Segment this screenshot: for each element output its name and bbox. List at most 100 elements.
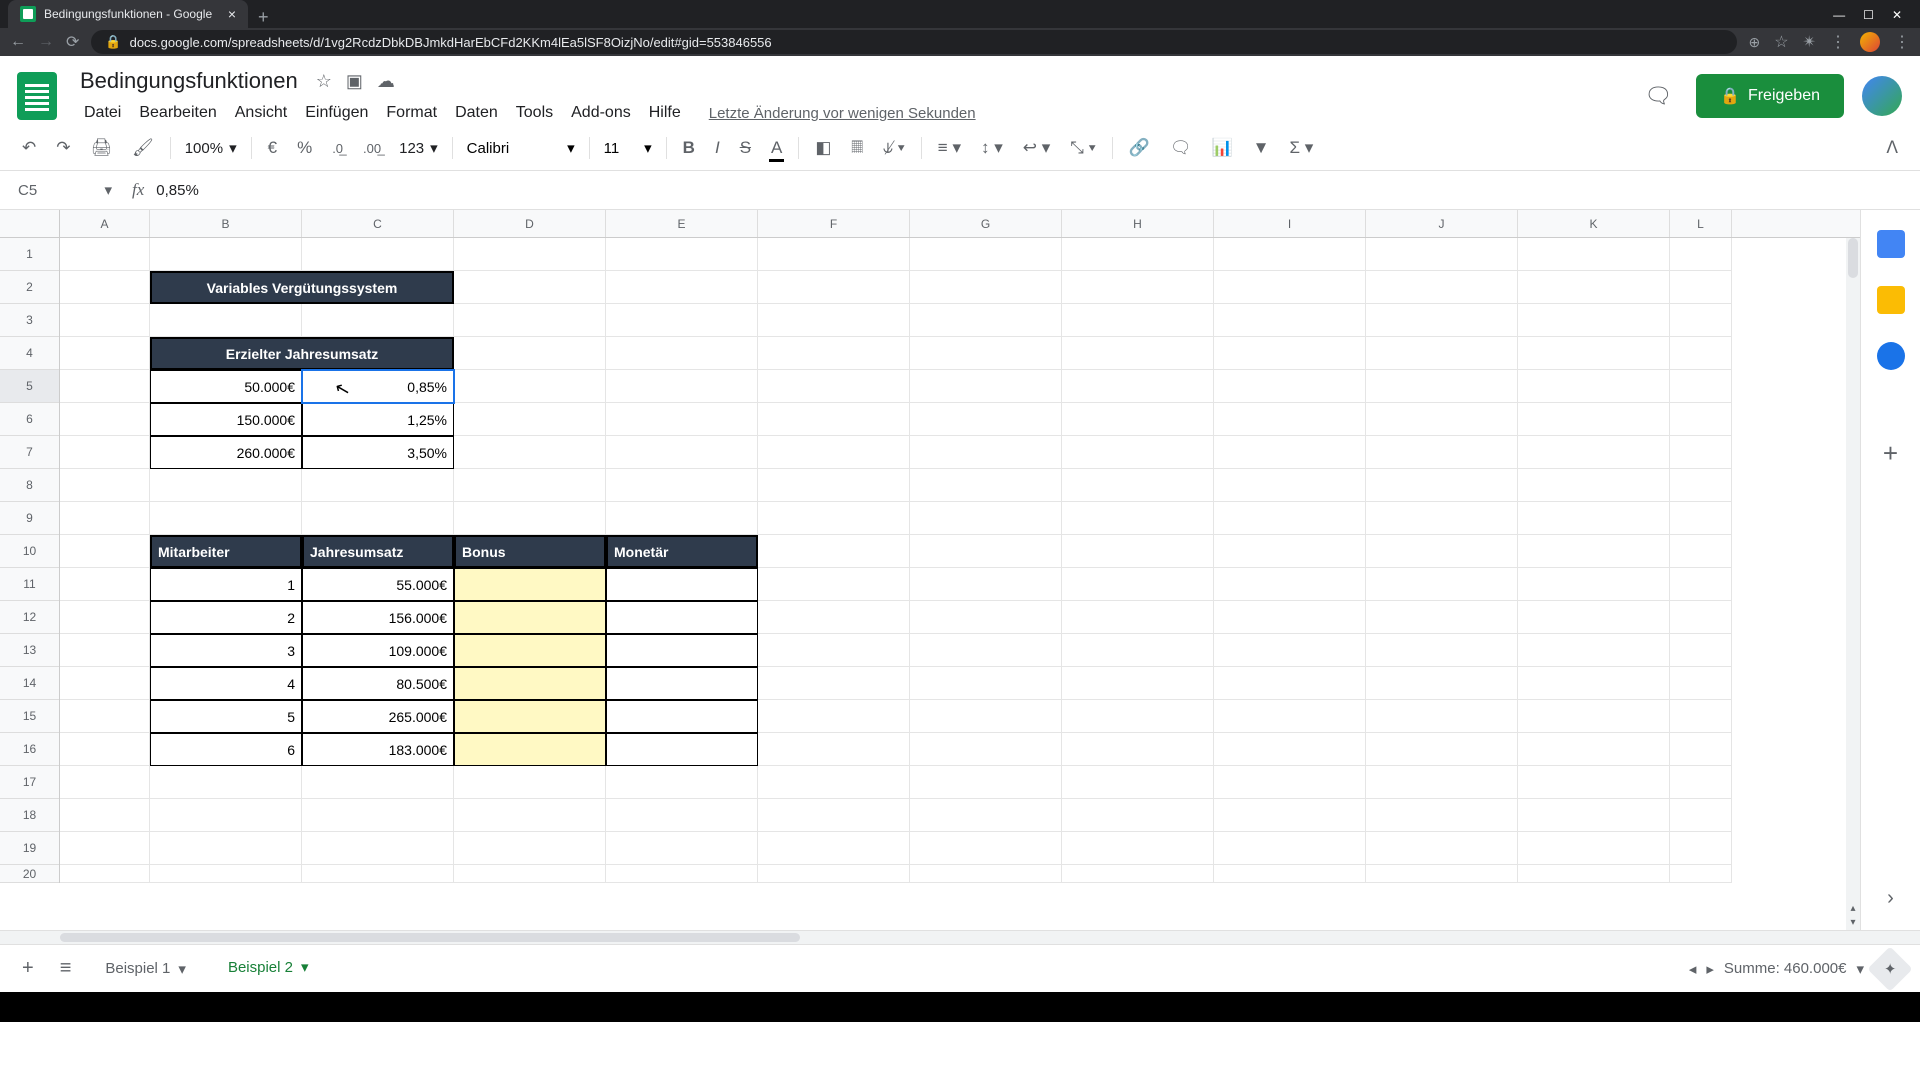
cell[interactable]: [606, 733, 758, 766]
cell[interactable]: 5: [150, 700, 302, 733]
text-wrap-button[interactable]: ↩ ▾: [1015, 132, 1059, 164]
col-header[interactable]: A: [60, 210, 150, 237]
functions-button[interactable]: Σ ▾: [1282, 132, 1322, 164]
insert-comment-button[interactable]: 🗨: [1162, 132, 1200, 164]
star-outline-icon[interactable]: ☆: [316, 71, 332, 92]
row-header[interactable]: 1: [0, 238, 59, 271]
cell[interactable]: 1,25%: [302, 403, 454, 436]
col-header[interactable]: F: [758, 210, 910, 237]
spreadsheet-grid[interactable]: A B C D E F G H I J K L 1 2 3 4 5 6 7 8 …: [0, 210, 1860, 930]
row-header[interactable]: 10: [0, 535, 59, 568]
percent-button[interactable]: %: [289, 132, 320, 164]
formula-value[interactable]: 0,85%: [156, 182, 199, 199]
row-header[interactable]: 9: [0, 502, 59, 535]
row-header[interactable]: 7: [0, 436, 59, 469]
row-header[interactable]: 13: [0, 634, 59, 667]
row-header[interactable]: 11: [0, 568, 59, 601]
cell[interactable]: [606, 700, 758, 733]
emp-header[interactable]: Jahresumsatz: [302, 535, 454, 568]
explore-button[interactable]: ✦: [1867, 946, 1912, 991]
menu-file[interactable]: Datei: [76, 100, 129, 126]
menu-tools[interactable]: Tools: [508, 100, 561, 126]
browser-overflow-icon[interactable]: ⋮: [1894, 32, 1910, 52]
cell[interactable]: 4: [150, 667, 302, 700]
all-sheets-button[interactable]: ≡: [52, 949, 80, 988]
font-size-select[interactable]: 11▾: [598, 139, 658, 157]
cell[interactable]: 150.000€: [150, 403, 302, 436]
add-addon-icon[interactable]: +: [1883, 438, 1898, 469]
col-header[interactable]: I: [1214, 210, 1366, 237]
row-header[interactable]: 20: [0, 865, 59, 883]
move-folder-icon[interactable]: ▣: [346, 71, 363, 92]
cell[interactable]: [454, 667, 606, 700]
sheet-tab[interactable]: Beispiel 1▾: [89, 950, 202, 988]
cell[interactable]: [606, 634, 758, 667]
status-sum[interactable]: Summe: 460.000€: [1724, 960, 1847, 977]
calendar-icon[interactable]: [1877, 230, 1905, 258]
col-header[interactable]: K: [1518, 210, 1670, 237]
browser-profile-avatar[interactable]: [1860, 32, 1880, 52]
vertical-scrollbar[interactable]: ▴ ▾: [1846, 238, 1860, 930]
increase-decimal-button[interactable]: .00̲: [355, 135, 389, 162]
number-format-select[interactable]: 123▾: [393, 139, 444, 157]
cell[interactable]: [606, 568, 758, 601]
menu-data[interactable]: Daten: [447, 100, 506, 126]
cell[interactable]: 3: [150, 634, 302, 667]
text-color-button[interactable]: A: [763, 132, 790, 164]
borders-button[interactable]: 𝄜: [843, 132, 870, 164]
row-header[interactable]: 2: [0, 271, 59, 304]
cell[interactable]: 3,50%: [302, 436, 454, 469]
col-header[interactable]: J: [1366, 210, 1518, 237]
browser-menu-icon[interactable]: ⋮: [1830, 32, 1846, 52]
col-header[interactable]: D: [454, 210, 606, 237]
select-all-corner[interactable]: [0, 210, 60, 237]
cell[interactable]: 260.000€: [150, 436, 302, 469]
menu-edit[interactable]: Bearbeiten: [131, 100, 224, 126]
extensions-icon[interactable]: ✴: [1803, 32, 1816, 52]
row-header[interactable]: 19: [0, 832, 59, 865]
emp-header[interactable]: Monetär: [606, 535, 758, 568]
collapse-side-icon[interactable]: ›: [1887, 887, 1894, 910]
cell[interactable]: 109.000€: [302, 634, 454, 667]
cell[interactable]: 1: [150, 568, 302, 601]
cell-title[interactable]: Variables Vergütungssystem: [150, 271, 454, 304]
insert-link-button[interactable]: 🔗: [1121, 132, 1158, 164]
row-header[interactable]: 14: [0, 667, 59, 700]
row-header[interactable]: 16: [0, 733, 59, 766]
comments-button[interactable]: 🗨: [1638, 76, 1678, 116]
collapse-toolbar-icon[interactable]: ᐱ: [1878, 132, 1906, 164]
row-header[interactable]: 5: [0, 370, 59, 403]
paint-format-icon[interactable]: 🖌: [124, 132, 162, 164]
redo-icon[interactable]: ↷: [48, 132, 78, 164]
document-title[interactable]: Bedingungsfunktionen: [76, 66, 302, 96]
cell[interactable]: 55.000€: [302, 568, 454, 601]
cell[interactable]: [454, 733, 606, 766]
cell[interactable]: 6: [150, 733, 302, 766]
maximize-icon[interactable]: ☐: [1863, 8, 1874, 22]
url-input[interactable]: 🔒 docs.google.com/spreadsheets/d/1vg2Rcd…: [91, 30, 1736, 54]
minimize-icon[interactable]: —: [1833, 8, 1845, 22]
cell-subtitle[interactable]: Erzielter Jahresumsatz: [150, 337, 454, 370]
tab-scroll-left-icon[interactable]: ◂: [1689, 960, 1697, 978]
cell[interactable]: [454, 601, 606, 634]
v-align-button[interactable]: ↕ ▾: [973, 132, 1011, 164]
decrease-decimal-button[interactable]: .0̲: [324, 135, 351, 162]
col-header[interactable]: G: [910, 210, 1062, 237]
horizontal-scrollbar[interactable]: [0, 930, 1920, 944]
h-align-button[interactable]: ≡ ▾: [930, 132, 969, 164]
fill-color-button[interactable]: ◧: [807, 132, 839, 164]
strikethrough-button[interactable]: S: [732, 132, 759, 164]
menu-addons[interactable]: Add-ons: [563, 100, 639, 126]
cell[interactable]: [606, 667, 758, 700]
cell[interactable]: 183.000€: [302, 733, 454, 766]
row-header[interactable]: 4: [0, 337, 59, 370]
cell[interactable]: 80.500€: [302, 667, 454, 700]
back-icon[interactable]: ←: [10, 33, 26, 51]
emp-header[interactable]: Bonus: [454, 535, 606, 568]
cell[interactable]: [454, 568, 606, 601]
last-edit-label[interactable]: Letzte Änderung vor wenigen Sekunden: [709, 105, 976, 122]
row-header[interactable]: 18: [0, 799, 59, 832]
col-header[interactable]: H: [1062, 210, 1214, 237]
emp-header[interactable]: Mitarbeiter: [150, 535, 302, 568]
col-header[interactable]: E: [606, 210, 758, 237]
